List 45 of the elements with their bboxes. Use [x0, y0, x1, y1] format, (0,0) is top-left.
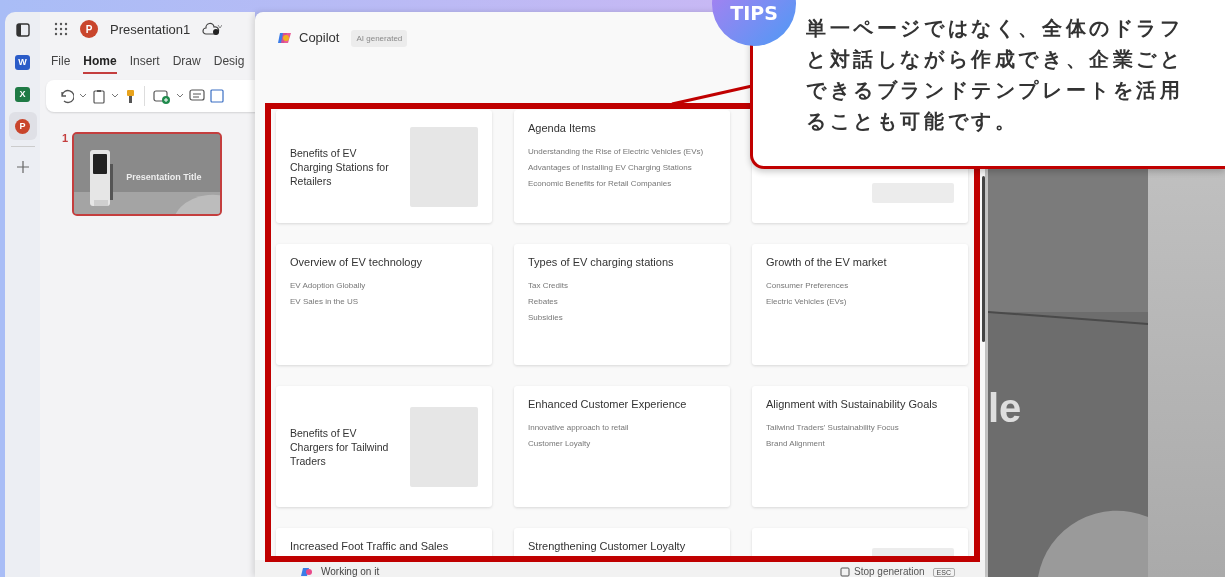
card-title: Benefits of EV Chargers for Tailwind Traders — [290, 425, 390, 468]
card-heading: Enhanced Customer Experience — [528, 398, 687, 410]
app-logo: P — [15, 118, 30, 134]
card-heading: Growth of the EV market — [766, 256, 887, 268]
card-bullet: EV Adoption Globally — [290, 280, 367, 292]
stop-button[interactable]: Stop generation — [839, 566, 925, 577]
card-heading: Increased Foot Traffic and Sales — [290, 540, 449, 552]
panel-title: Copilot — [299, 30, 340, 45]
slide-number: 1 — [62, 132, 69, 146]
document-title[interactable]: Presentation1 — [110, 21, 191, 37]
app-logo: W — [15, 54, 30, 70]
card-bullet: Subsidies — [528, 312, 564, 324]
card-bullet: Economic Benefits for Retail Companies — [528, 178, 673, 190]
thumbnail-title: Presentation Title — [126, 172, 202, 182]
card-bullet: Consumer Preferences — [766, 280, 850, 292]
card-bullet: Understanding the Rise of Electric Vehicles (EVs) — [528, 146, 704, 158]
card-bullet: Advantages of Installing EV Charging Stations — [528, 162, 693, 174]
card-bullet: Customer Loyalty — [528, 438, 592, 450]
ribbon-tab[interactable]: Home — [83, 50, 117, 74]
card-bullet: Electric Vehicles (EVs) — [766, 296, 848, 308]
ribbon-tab[interactable]: File — [51, 50, 71, 74]
card-title: Benefits of EV Charging Stations for Retailers — [290, 145, 390, 188]
card-heading: Types of EV charging stations — [528, 256, 674, 268]
card-bullet: Tailwind Traders' Sustainability Focus — [766, 422, 900, 434]
card-bullet: Rebates — [528, 296, 559, 308]
ribbon-tab[interactable]: Desig — [213, 50, 245, 74]
ribbon-tab[interactable]: Draw — [172, 50, 201, 74]
ai-generated-label: AI generated — [351, 30, 408, 47]
slide-title-fragment: le — [988, 386, 1022, 431]
tip-text: 単一ページではなく、全体のドラフ と対話しながら作成でき、企業ごと できるブランドテンプレートを活用 ることも可能です。 — [806, 15, 1184, 135]
ribbon-tab[interactable]: Insert — [129, 50, 160, 74]
card-heading: Strengthening Customer Loyalty — [528, 540, 686, 552]
app-button[interactable]: X — [8, 80, 37, 108]
card-heading: Alignment with Sustainability Goals — [766, 398, 938, 410]
app-button[interactable]: W — [8, 48, 37, 76]
card-bullet: EV Sales in the US — [290, 296, 360, 308]
card-heading: Agenda Items — [528, 122, 597, 134]
card-bullet: Innovative approach to retail — [528, 422, 630, 434]
app-button[interactable]: P — [8, 112, 37, 140]
card-bullet: Brand Alignment — [766, 438, 826, 450]
app-logo: X — [15, 86, 30, 102]
card-heading: Overview of EV technology — [290, 256, 423, 268]
status-text: Working on it — [321, 566, 380, 577]
app-logo: P — [80, 20, 98, 38]
card-bullet: Tax Credits — [528, 280, 569, 292]
